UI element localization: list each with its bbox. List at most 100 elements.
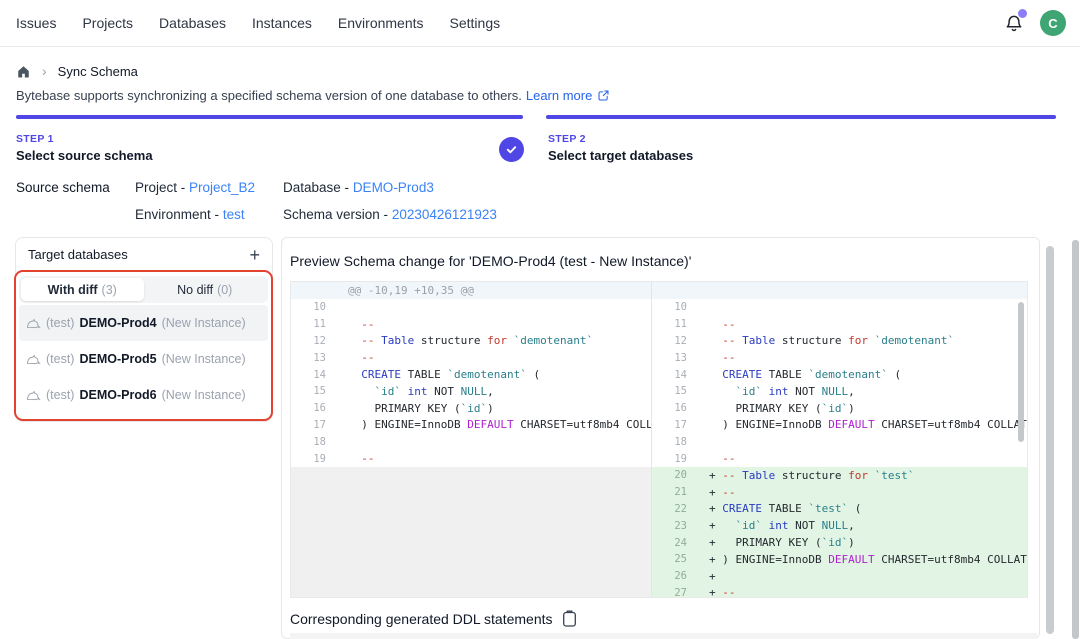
nav-item-databases[interactable]: Databases [159, 15, 226, 31]
line-number: 10 [652, 301, 697, 313]
copy-ddl-button[interactable] [562, 610, 577, 627]
diff-line: 25+ ) ENGINE=InnoDB DEFAULT CHARSET=utf8… [652, 551, 1027, 568]
version-label: Schema version - [283, 207, 388, 222]
notification-dot [1018, 9, 1027, 18]
intro-text-row: Bytebase supports synchronizing a specif… [16, 88, 610, 103]
diff-line: 19 -- [291, 450, 651, 467]
line-code: -- [697, 351, 736, 364]
line-number: 19 [291, 453, 336, 465]
ddl-editor-top-strip [290, 633, 1037, 639]
line-code: `id` int NOT NULL, [336, 385, 494, 398]
line-number: 25 [652, 553, 697, 565]
line-number: 17 [652, 419, 697, 431]
database-item-demo-prod4[interactable]: (test)DEMO-Prod4(New Instance) [19, 305, 268, 341]
diff-line: 14 CREATE TABLE `demotenant` ( [652, 366, 1027, 383]
diff-pane-original[interactable]: @@ -10,19 +10,35 @@ 1011 --12 -- Table s… [291, 282, 651, 597]
diff-line: 19 -- [652, 450, 1027, 467]
diff-line: 22+ CREATE TABLE `test` ( [652, 501, 1027, 518]
hunk-header-right [652, 282, 1027, 299]
mysql-icon [26, 352, 41, 367]
tab-count: (3) [102, 283, 117, 297]
diff-line: 15 `id` int NOT NULL, [652, 383, 1027, 400]
diff-line: 24+ PRIMARY KEY (`id`) [652, 534, 1027, 551]
database-link[interactable]: DEMO-Prod3 [353, 180, 434, 195]
line-number: 20 [652, 469, 697, 481]
diff-line: 14 CREATE TABLE `demotenant` ( [291, 366, 651, 383]
nav-item-instances[interactable]: Instances [252, 15, 312, 31]
database-item-demo-prod6[interactable]: (test)DEMO-Prod6(New Instance) [19, 377, 268, 413]
db-suffix: (New Instance) [162, 316, 246, 330]
target-panel-title: Target databases [28, 247, 128, 262]
intro-text: Bytebase supports synchronizing a specif… [16, 88, 522, 103]
step2-label: STEP 2 [548, 133, 693, 145]
diff-line: 12 -- Table structure for `demotenant` [652, 333, 1027, 350]
main-nav: Issues Projects Databases Instances Environm… [16, 15, 500, 31]
line-number: 18 [291, 436, 336, 448]
line-code: `id` int NOT NULL, [697, 385, 855, 398]
line-code: -- [697, 452, 736, 465]
external-link-icon [597, 89, 610, 102]
line-number: 11 [652, 318, 697, 330]
diff-alignment-filler [291, 467, 651, 597]
check-icon [505, 143, 518, 156]
source-schema-label: Source schema [16, 180, 110, 195]
nav-right: C [1003, 10, 1066, 36]
step1-title: Select source schema [16, 148, 153, 163]
line-number: 26 [652, 570, 697, 582]
ddl-section-title-row: Corresponding generated DDL statements [290, 610, 577, 627]
diff-line: 15 `id` int NOT NULL, [291, 383, 651, 400]
tab-label: With diff [48, 283, 98, 297]
version-link[interactable]: 20230426121923 [392, 207, 497, 222]
source-project: Project - Project_B2 [135, 180, 283, 195]
nav-item-projects[interactable]: Projects [82, 15, 133, 31]
window-scrollbar[interactable] [1072, 240, 1079, 639]
diff-line: 11 -- [652, 316, 1027, 333]
preview-panel: Preview Schema change for 'DEMO-Prod4 (t… [281, 237, 1040, 639]
source-schema-version: Schema version - 20230426121923 [283, 207, 497, 222]
line-code: PRIMARY KEY (`id`) [697, 402, 855, 415]
ddl-section-title: Corresponding generated DDL statements [290, 611, 553, 627]
line-code: -- Table structure for `demotenant` [697, 334, 954, 347]
line-code: + PRIMARY KEY (`id`) [697, 536, 855, 549]
line-number: 14 [652, 369, 697, 381]
nav-item-settings[interactable]: Settings [450, 15, 501, 31]
diff-filter-tabs: With diff (3) No diff(0) [19, 276, 268, 303]
step2: STEP 2 Select target databases [548, 133, 693, 163]
tab-with-diff[interactable]: With diff (3) [21, 278, 144, 301]
line-number: 13 [291, 352, 336, 364]
add-database-button[interactable]: + [249, 248, 260, 262]
diff-line: 23+ `id` int NOT NULL, [652, 517, 1027, 534]
line-number: 15 [291, 385, 336, 397]
line-number: 17 [291, 419, 336, 431]
mysql-icon [26, 316, 41, 331]
project-link[interactable]: Project_B2 [189, 180, 255, 195]
line-code: CREATE TABLE `demotenant` ( [336, 368, 540, 381]
line-code: + -- [697, 586, 736, 597]
environment-link[interactable]: test [223, 207, 245, 222]
line-code: + `id` int NOT NULL, [697, 519, 855, 532]
notification-bell[interactable] [1003, 12, 1025, 34]
user-avatar[interactable]: C [1040, 10, 1066, 36]
target-database-list: (test)DEMO-Prod4(New Instance)(test)DEMO… [19, 305, 268, 413]
diff-line: 16 PRIMARY KEY (`id`) [652, 400, 1027, 417]
diff-line: 13 -- [652, 349, 1027, 366]
content-scrollbar[interactable] [1046, 246, 1054, 634]
line-code: + -- Table structure for `test` [697, 469, 914, 482]
database-label: Database - [283, 180, 349, 195]
diff-pane-modified[interactable]: 1011 --12 -- Table structure for `demote… [651, 282, 1027, 597]
diff-line: 21+ -- [652, 484, 1027, 501]
home-icon[interactable] [16, 64, 31, 79]
breadcrumb-page: Sync Schema [58, 64, 138, 79]
tab-no-diff[interactable]: No diff(0) [144, 278, 267, 301]
diff-line: 11 -- [291, 316, 651, 333]
learn-more-link[interactable]: Learn more [526, 88, 592, 103]
db-name: DEMO-Prod4 [79, 316, 156, 330]
db-name: DEMO-Prod6 [79, 388, 156, 402]
nav-item-environments[interactable]: Environments [338, 15, 424, 31]
tab-count: (0) [217, 283, 232, 297]
database-item-demo-prod5[interactable]: (test)DEMO-Prod5(New Instance) [19, 341, 268, 377]
diff-scrollbar-thumb[interactable] [1018, 302, 1024, 442]
target-panel-header: Target databases + [16, 238, 272, 262]
step1-complete-check [499, 137, 524, 162]
nav-item-issues[interactable]: Issues [16, 15, 56, 31]
